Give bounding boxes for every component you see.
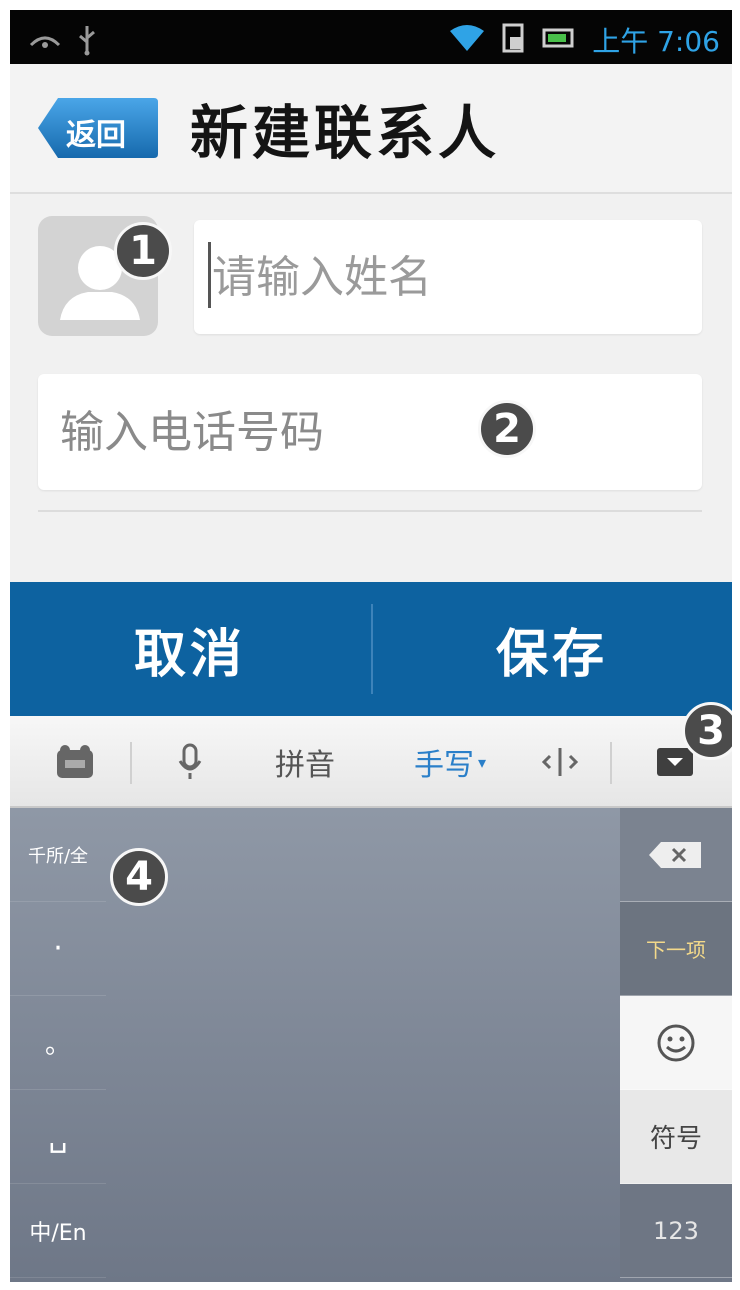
back-button[interactable]: 返回 (36, 96, 160, 160)
save-button[interactable]: 保存 (372, 582, 732, 716)
cursor-move-icon[interactable] (520, 716, 600, 808)
phone-screen: 上午 7:06 返回 新建联系人 请输入姓名 输入电话号码 1 2 取消 保存 … (10, 10, 732, 1282)
battery-icon (542, 26, 576, 54)
key-fullwidth[interactable]: 千所/全 (10, 808, 106, 902)
keyboard-toolbar: 拼音 手写 ▾ (10, 716, 732, 808)
header-bar: 返回 新建联系人 (10, 64, 732, 194)
next-field-key[interactable]: 下一项 (620, 902, 732, 996)
handwriting-label: 手写 (413, 748, 474, 783)
backspace-key[interactable] (620, 808, 732, 902)
callout-marker-1: 1 (114, 222, 172, 280)
keyboard-left-column: 千所/全 · 。 ␣ 中/En (10, 808, 106, 1282)
form-divider (38, 510, 702, 512)
emoji-key[interactable] (620, 996, 732, 1090)
chevron-down-icon: ▾ (477, 752, 487, 772)
callout-marker-4: 4 (110, 848, 168, 906)
keyboard-right-column: 下一项 符号 123 (620, 808, 732, 1282)
page-title: 新建联系人 (190, 99, 501, 167)
action-bar: 取消 保存 (10, 582, 732, 716)
key-period[interactable]: 。 (10, 996, 106, 1090)
text-cursor (208, 242, 211, 308)
phone-number-input[interactable] (38, 374, 702, 490)
key-middle-dot[interactable]: · (10, 902, 106, 996)
toolbar-separator (130, 742, 132, 784)
usb-icon (76, 24, 98, 60)
name-input[interactable] (194, 220, 702, 334)
pinyin-mode-button[interactable]: 拼音 (250, 716, 360, 808)
callout-marker-2: 2 (478, 400, 536, 458)
key-space[interactable]: ␣ (10, 1090, 106, 1184)
status-time: 上午 7:06 (592, 25, 720, 58)
notification-icon (28, 29, 62, 55)
keyboard-settings-icon[interactable] (30, 716, 120, 808)
symbol-key[interactable]: 符号 (620, 1090, 732, 1184)
sim-icon (502, 23, 526, 57)
emoji-icon (657, 1024, 695, 1061)
toolbar-separator (610, 742, 612, 784)
number-key[interactable]: 123 (620, 1184, 732, 1278)
key-language-switch[interactable]: 中/En (10, 1184, 106, 1278)
cancel-button[interactable]: 取消 (10, 582, 370, 716)
handwriting-mode-button[interactable]: 手写 ▾ (390, 716, 510, 808)
status-bar: 上午 7:06 (10, 10, 732, 64)
callout-marker-3: 3 (682, 702, 732, 760)
backspace-icon (649, 841, 701, 868)
back-label: 返回 (66, 118, 126, 153)
microphone-icon[interactable] (150, 716, 230, 808)
wifi-icon (448, 23, 486, 57)
